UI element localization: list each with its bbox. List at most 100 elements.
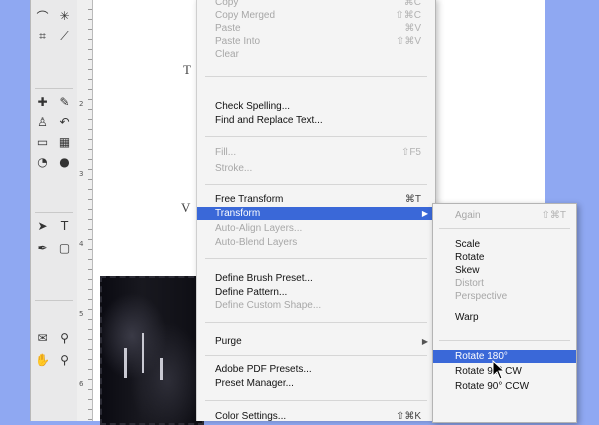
submenu-item-label: Rotate 90° CCW bbox=[455, 381, 530, 392]
menu-item-label: Paste bbox=[215, 23, 241, 34]
path-selection-tool-icon[interactable]: ➤ bbox=[33, 218, 52, 234]
menu-item-shortcut bbox=[377, 114, 435, 127]
crop-tool-icon[interactable]: ⌗ bbox=[33, 28, 52, 44]
wand-tool-icon[interactable]: ✳ bbox=[55, 8, 74, 24]
menu-item-label: Define Brush Preset... bbox=[215, 273, 313, 284]
eraser-tool-icon[interactable]: ▭ bbox=[33, 134, 52, 150]
menu-item-stroke[interactable]: Stroke... bbox=[197, 162, 435, 175]
menu-item-shortcut: ⇧F5 bbox=[400, 147, 421, 158]
menu-separator bbox=[205, 355, 427, 356]
lasso-tool-icon[interactable]: ⌒ bbox=[33, 8, 52, 24]
shape-tool-icon[interactable]: ▢ bbox=[55, 240, 74, 256]
menu-separator bbox=[205, 136, 427, 137]
menu-item-define-pattern[interactable]: Define Pattern... bbox=[197, 286, 435, 299]
ruler-number: 3 bbox=[79, 170, 84, 178]
dodge-tool-icon[interactable]: ● bbox=[55, 154, 74, 170]
submenu-item-perspective[interactable]: Perspective bbox=[433, 290, 576, 303]
photo-image bbox=[100, 276, 204, 425]
menu-item-define-custom-shape[interactable]: Define Custom Shape... bbox=[197, 299, 435, 312]
gradient-tool-icon[interactable]: ▦ bbox=[55, 134, 74, 150]
menu-item-label: Define Custom Shape... bbox=[215, 300, 322, 311]
healing-tool-icon[interactable]: ✚ bbox=[33, 94, 52, 110]
eyedropper-tool-icon[interactable]: ⚲ bbox=[55, 330, 74, 346]
menu-item-label: Fill... bbox=[215, 147, 237, 158]
hand-tool-icon[interactable]: ✋ bbox=[33, 352, 52, 368]
menu-item-transform[interactable]: Transform ▶ bbox=[197, 207, 435, 220]
menu-item-clear[interactable]: Clear bbox=[197, 48, 435, 61]
menu-item-copy[interactable]: Copy ⌘C bbox=[197, 0, 435, 9]
menu-item-free-transform[interactable]: Free Transform ⌘T bbox=[197, 193, 435, 206]
toolbox-divider bbox=[35, 212, 73, 213]
menu-item-label: Copy bbox=[215, 0, 239, 8]
menu-item-color-settings[interactable]: Color Settings... ⇧⌘K bbox=[197, 410, 435, 423]
notes-tool-icon[interactable]: ✉ bbox=[33, 330, 52, 346]
history-brush-tool-icon[interactable]: ↶ bbox=[55, 114, 74, 130]
submenu-item-warp[interactable]: Warp bbox=[433, 311, 576, 324]
menu-item-shortcut bbox=[377, 363, 435, 376]
menu-item-check-spelling[interactable]: Check Spelling... bbox=[197, 100, 435, 113]
menu-item-paste-into[interactable]: Paste Into ⇧⌘V bbox=[197, 35, 435, 48]
menu-item-shortcut bbox=[377, 48, 435, 61]
menu-item-label: Adobe PDF Presets... bbox=[215, 364, 312, 375]
menu-item-copy-merged[interactable]: Copy Merged ⇧⌘C bbox=[197, 9, 435, 22]
pen-tool-icon[interactable]: ✒ bbox=[33, 240, 52, 256]
menu-item-purge[interactable]: Purge ▶ bbox=[197, 335, 435, 348]
submenu-item-label: Again bbox=[455, 210, 481, 221]
menu-item-pdf-presets[interactable]: Adobe PDF Presets... bbox=[197, 363, 435, 376]
submenu-item-label: Distort bbox=[455, 278, 484, 289]
slice-tool-icon[interactable]: ⟋ bbox=[55, 28, 74, 44]
brush-tool-icon[interactable]: ✎ bbox=[55, 94, 74, 110]
blur-tool-icon[interactable]: ◔ bbox=[33, 154, 52, 170]
menu-item-fill[interactable]: Fill... ⇧F5 bbox=[197, 146, 435, 159]
menu-item-label: Auto-Blend Layers bbox=[215, 237, 298, 248]
menu-item-paste[interactable]: Paste ⌘V bbox=[197, 22, 435, 35]
menu-separator bbox=[205, 400, 427, 401]
menu-item-label: Transform bbox=[215, 208, 261, 219]
menu-item-label: Preset Manager... bbox=[215, 378, 294, 389]
submenu-item-skew[interactable]: Skew bbox=[433, 264, 576, 277]
menu-item-shortcut bbox=[377, 286, 435, 299]
submenu-item-label: Perspective bbox=[455, 291, 508, 302]
menu-item-shortcut bbox=[377, 162, 435, 175]
submenu-item-scale[interactable]: Scale bbox=[433, 238, 576, 251]
submenu-item-label: Warp bbox=[455, 312, 479, 323]
type-tool-icon[interactable]: T bbox=[55, 218, 74, 234]
submenu-item-rotate[interactable]: Rotate bbox=[433, 251, 576, 264]
clone-stamp-tool-icon[interactable]: ♙ bbox=[33, 114, 52, 130]
menu-item-define-brush[interactable]: Define Brush Preset... bbox=[197, 272, 435, 285]
menu-item-label: Paste Into bbox=[215, 36, 261, 47]
menu-item-label: Define Pattern... bbox=[215, 287, 288, 298]
menu-item-shortcut bbox=[377, 272, 435, 285]
menu-separator bbox=[205, 184, 427, 185]
submenu-item-again[interactable]: Again ⇧⌘T bbox=[433, 209, 576, 222]
menu-item-label: Find and Replace Text... bbox=[215, 115, 323, 126]
tools-palette: ⌒ ✳ ⌗ ⟋ ✚ ✎ ♙ ↶ ▭ ▦ ◔ ● ➤ T ✒ ▢ ✉ ⚲ ✋ ⚲ bbox=[30, 0, 78, 421]
menu-item-shortcut: ⌘C bbox=[403, 0, 421, 8]
menu-separator bbox=[205, 258, 427, 259]
ruler-number: 5 bbox=[79, 310, 84, 318]
canvas-text-fragment: T bbox=[183, 62, 191, 77]
menu-item-label: Free Transform bbox=[215, 194, 284, 205]
menu-item-shortcut: ⇧⌘K bbox=[395, 411, 421, 422]
vertical-ruler: 2 3 4 5 6 bbox=[77, 0, 93, 421]
submenu-item-label: Rotate 180° bbox=[455, 351, 508, 362]
menu-separator bbox=[439, 228, 570, 229]
menu-item-auto-blend[interactable]: Auto-Blend Layers bbox=[197, 236, 435, 249]
menu-item-preset-manager[interactable]: Preset Manager... bbox=[197, 377, 435, 390]
menu-separator bbox=[205, 76, 427, 77]
menu-item-find-replace[interactable]: Find and Replace Text... bbox=[197, 114, 435, 127]
menu-item-label: Color Settings... bbox=[215, 411, 287, 422]
toolbox-divider bbox=[35, 300, 73, 301]
canvas-text-fragment: V bbox=[181, 200, 191, 215]
menu-item-shortcut: ⇧⌘C bbox=[395, 10, 421, 21]
photo-detail bbox=[124, 348, 127, 378]
zoom-tool-icon[interactable]: ⚲ bbox=[55, 352, 74, 368]
menu-item-auto-align[interactable]: Auto-Align Layers... bbox=[197, 222, 435, 235]
menu-item-label: Clear bbox=[215, 49, 239, 60]
photo-detail bbox=[142, 333, 144, 373]
toolbox-divider bbox=[35, 88, 73, 89]
menu-item-label: Copy Merged bbox=[215, 10, 276, 21]
ruler-number: 2 bbox=[79, 100, 84, 108]
submenu-item-distort[interactable]: Distort bbox=[433, 277, 576, 290]
submenu-item-rotate-90-ccw[interactable]: Rotate 90° CCW bbox=[433, 380, 576, 393]
